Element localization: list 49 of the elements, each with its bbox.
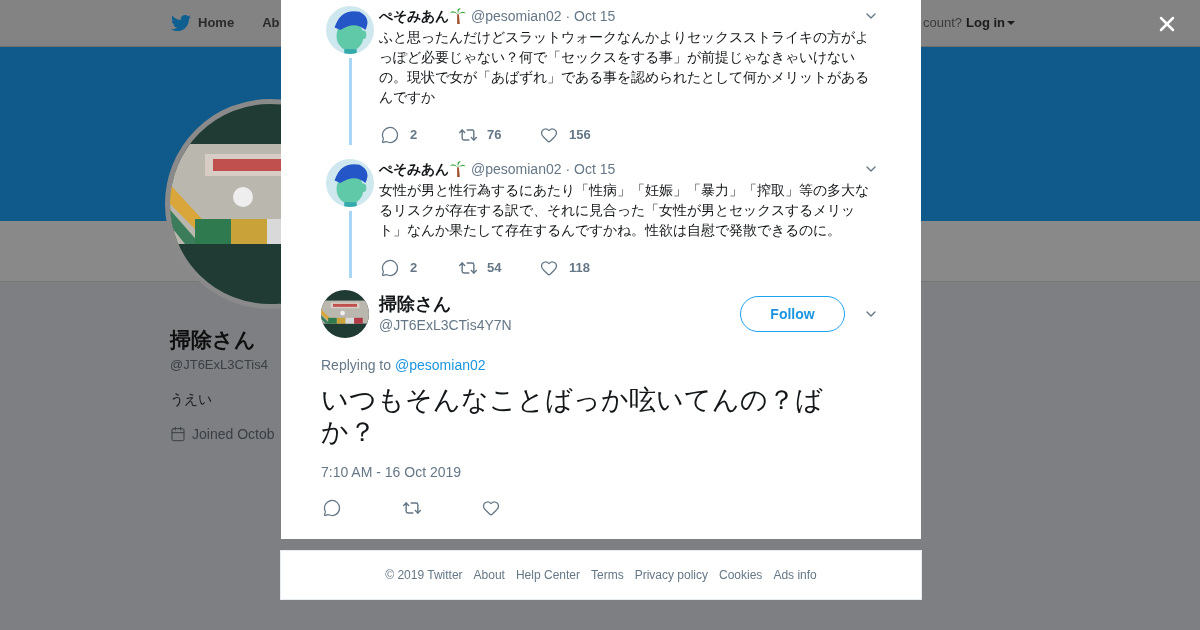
tweet-timestamp: 7:10 AM - 16 Oct 2019 — [321, 463, 463, 482]
caret-icon — [1007, 21, 1015, 25]
like-icon[interactable] — [540, 126, 558, 144]
like-icon[interactable] — [540, 259, 558, 277]
replying-label: Replying to — [321, 356, 392, 375]
palm-tree-icon — [449, 160, 467, 178]
profile-name: 掃除さん — [170, 327, 256, 353]
tweet-text: いつもそんなことばっか呟いてんの？ばか？ — [321, 384, 824, 448]
like-count: 156 — [569, 126, 591, 145]
footer-link[interactable]: Cookies — [719, 566, 763, 584]
footer-link[interactable]: Privacy policy — [634, 566, 708, 584]
thread-line — [348, 211, 352, 278]
profile-bio: うえい — [170, 389, 212, 409]
joined-date: Joined Octob — [192, 424, 275, 444]
retweet-count: 76 — [487, 126, 502, 145]
reply-count: 2 — [410, 126, 418, 145]
footer-link[interactable]: © 2019 Twitter — [385, 566, 463, 584]
user-handle[interactable]: @pesomian02 — [471, 5, 562, 27]
footer-link[interactable]: About — [473, 566, 505, 584]
user-handle[interactable]: @pesomian02 — [471, 158, 562, 180]
login-menu[interactable]: Log in — [966, 13, 1015, 33]
footer-link[interactable]: Ads info — [773, 566, 817, 584]
account-prompt: count? — [922, 14, 962, 33]
reply-icon[interactable] — [381, 259, 399, 277]
tweet-date[interactable]: · Oct 15 — [565, 5, 616, 27]
retweet-count: 54 — [487, 259, 502, 278]
footer-link[interactable]: Terms — [591, 566, 624, 584]
palm-tree-icon — [449, 7, 467, 25]
reply-count: 2 — [410, 259, 418, 278]
tweet-text: ふと思ったんだけどスラットウォークなんかよりセックスストライキの方がよっぽど必要じゃない？何で「セックスをする事」が前提じゃなきゃいけないの。現状で女が「あばずれ」である事を認められたとして何かメリットがあるんですか — [379, 28, 870, 107]
user-name[interactable]: 掃除さん — [379, 292, 512, 315]
nav-link[interactable]: Home — [198, 13, 235, 33]
profile-handle: @JT6ExL3CTis4 — [170, 356, 268, 374]
mention-link[interactable]: @pesomian02 — [395, 355, 486, 376]
footer-link[interactable]: Help Center — [515, 566, 580, 584]
calendar-icon — [170, 426, 186, 442]
user-avatar[interactable] — [326, 6, 374, 54]
user-avatar[interactable] — [321, 290, 369, 338]
user-avatar[interactable] — [326, 159, 374, 207]
nav-link[interactable]: Ab — [262, 13, 280, 33]
like-icon[interactable] — [482, 499, 500, 517]
reply-icon[interactable] — [381, 126, 399, 144]
like-count: 118 — [569, 259, 590, 278]
tweet-text: 女性が男と性行為するにあたり「性病」「妊娠」「暴力」「搾取」等の多大なるリスクが存在する訳で、それに見合った「女性が男とセックスするメリット」なんか果たして存在するんですかね。性欲は自慰で発散できるのに。 — [379, 181, 870, 240]
user-handle[interactable]: @JT6ExL3CTis4Y7N — [379, 314, 512, 336]
user-name[interactable]: ぺそみあん — [379, 5, 449, 27]
tweet-date[interactable]: · Oct 15 — [565, 158, 616, 180]
reply-icon[interactable] — [323, 499, 341, 517]
user-name[interactable]: ぺそみあん — [379, 158, 449, 180]
